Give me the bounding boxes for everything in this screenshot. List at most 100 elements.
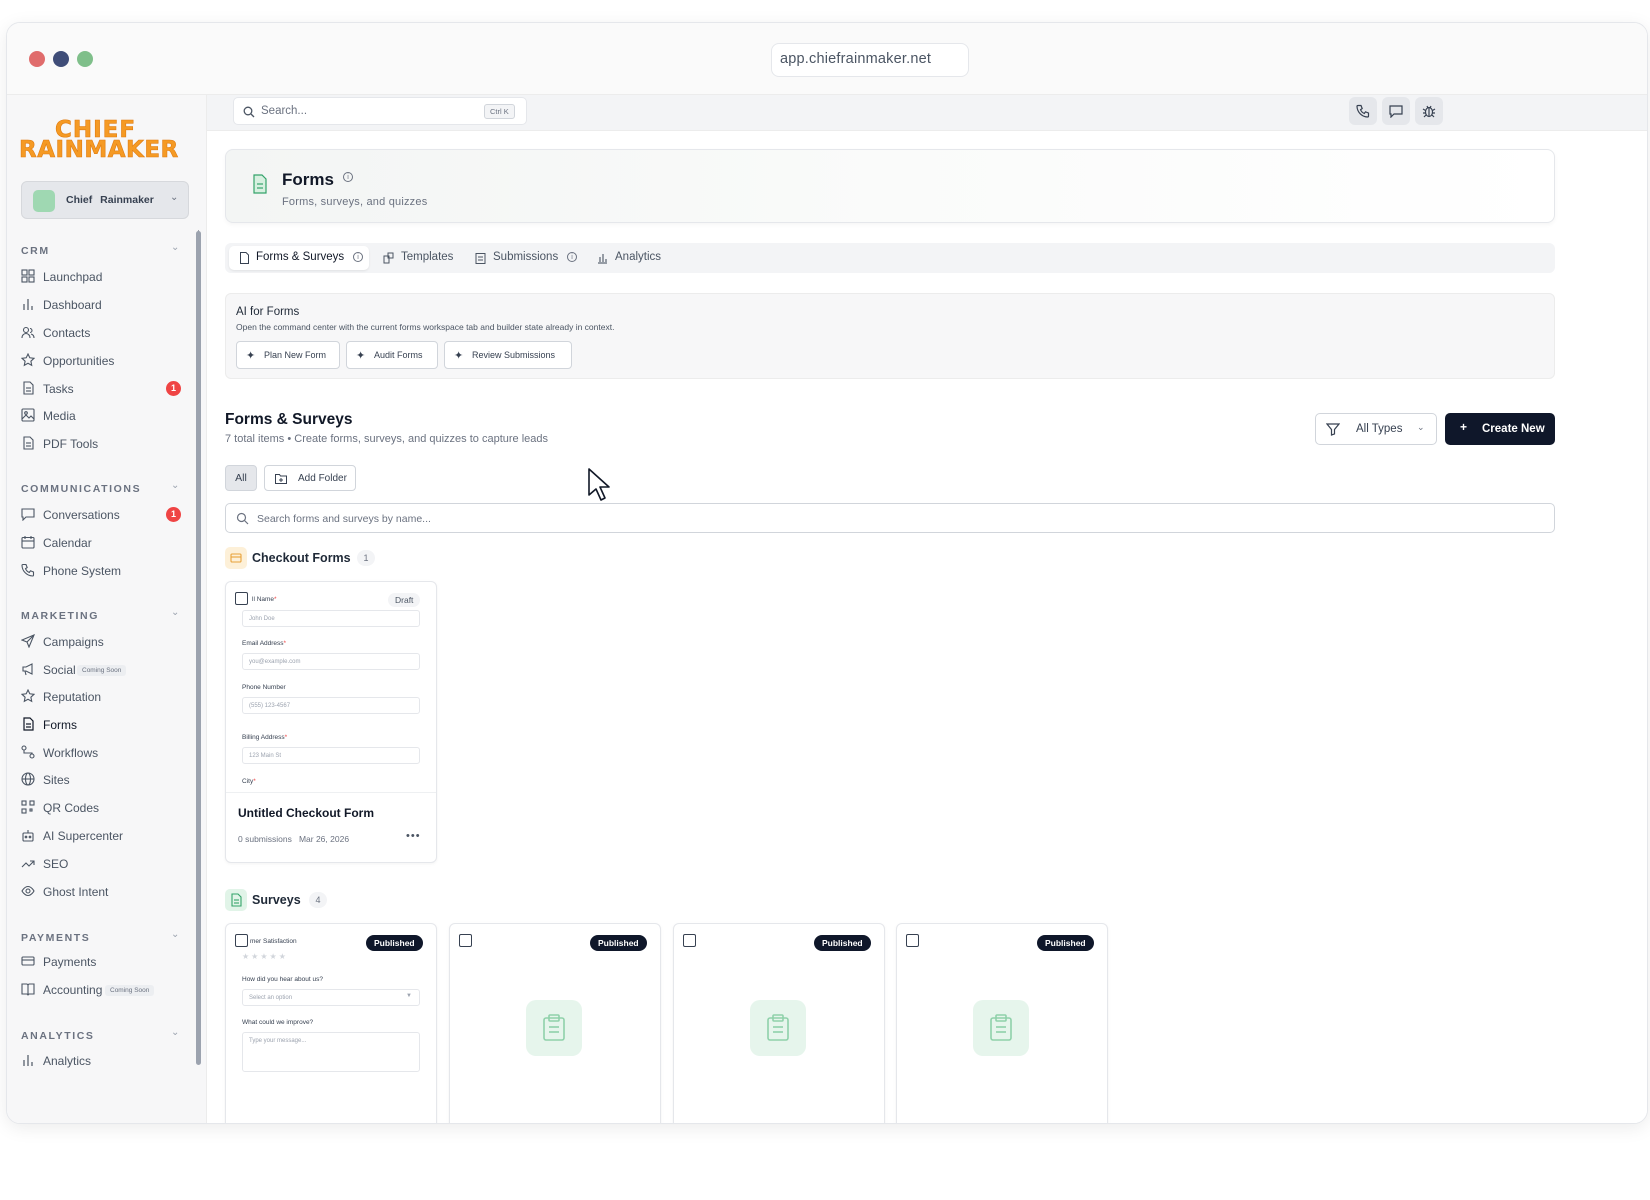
section-title-marketing: MARKETING — [21, 610, 99, 622]
bug-report-button[interactable] — [1415, 97, 1443, 125]
phone-button[interactable] — [1349, 97, 1377, 125]
address-bar[interactable]: app.chiefrainmaker.net — [771, 43, 969, 77]
type-filter-select[interactable]: All Types ⌄ — [1315, 413, 1437, 445]
conversations-badge: 1 — [166, 507, 181, 522]
chevron-down-icon: ⌄ — [1417, 422, 1425, 432]
phone-icon — [1356, 104, 1370, 118]
clipboard-icon — [526, 1000, 582, 1056]
collapse-analytics-chevron-icon[interactable]: ⌄ — [171, 1027, 179, 1038]
button-label: Review Submissions — [472, 350, 556, 360]
status-badge: Published — [366, 935, 423, 951]
sidebar-item-label: Sites — [43, 773, 70, 787]
collapse-crm-chevron-icon[interactable]: ⌄ — [171, 242, 179, 253]
collapse-communications-chevron-icon[interactable]: ⌄ — [171, 480, 179, 491]
select-checkbox[interactable] — [683, 934, 696, 947]
eye-icon — [21, 885, 35, 897]
bot-icon — [22, 830, 34, 842]
folder-plus-icon — [275, 474, 287, 484]
sidebar-item-reputation[interactable]: Reputation — [21, 687, 189, 709]
sidebar-item-label: Campaigns — [43, 635, 104, 649]
account-switcher[interactable]: Chief Rainmaker ⌄ — [21, 181, 189, 219]
plan-new-form-button[interactable]: ✦ Plan New Form — [236, 341, 340, 369]
brand-logo[interactable]: CHIEF RAINMAKER — [19, 117, 191, 164]
survey-card[interactable]: Published — [673, 923, 885, 1123]
preview-field-label: What could we improve? — [242, 1019, 314, 1026]
document-icon — [240, 252, 249, 264]
template-icon — [383, 252, 394, 264]
preview-field-label: Phone Number — [242, 684, 286, 691]
sidebar-item-ai-supercenter[interactable]: AI Supercenter — [21, 826, 189, 848]
form-card[interactable]: Draft ll Name* John Doe Email Address* y… — [225, 581, 437, 863]
sidebar-item-forms[interactable]: Forms — [21, 715, 189, 737]
sidebar-item-calendar[interactable]: Calendar — [21, 533, 189, 555]
ai-panel-description: Open the command center with the current… — [236, 322, 615, 332]
tab-submissions[interactable]: Submissions i — [465, 246, 583, 270]
sidebar-item-conversations[interactable]: Conversations 1 — [21, 505, 189, 527]
bar-chart-icon — [23, 299, 33, 310]
messages-button[interactable] — [1382, 97, 1410, 125]
sidebar-item-label: SEO — [43, 857, 69, 871]
search-icon — [243, 106, 255, 118]
filter-all-button[interactable]: All — [225, 465, 257, 491]
sidebar-item-dashboard[interactable]: Dashboard — [21, 295, 189, 317]
select-checkbox[interactable] — [235, 592, 248, 605]
sidebar-scrollbar[interactable] — [196, 231, 201, 1065]
forms-document-icon — [253, 174, 267, 194]
sidebar-item-qr-codes[interactable]: QR Codes — [21, 798, 189, 820]
add-folder-button[interactable]: Add Folder — [264, 465, 356, 491]
select-checkbox[interactable] — [459, 934, 472, 947]
minimize-window-button[interactable] — [53, 51, 69, 67]
forms-search-input[interactable]: Search forms and surveys by name... — [225, 503, 1555, 533]
sidebar-item-label: Conversations — [43, 508, 120, 522]
close-window-button[interactable] — [29, 51, 45, 67]
sidebar-item-payments[interactable]: Payments — [21, 952, 189, 974]
tab-templates[interactable]: Templates — [373, 246, 459, 270]
collapse-marketing-chevron-icon[interactable]: ⌄ — [171, 607, 179, 618]
tab-analytics[interactable]: Analytics — [587, 246, 669, 270]
sidebar-item-phone-system[interactable]: Phone System — [21, 561, 189, 583]
sidebar-item-workflows[interactable]: Workflows — [21, 743, 189, 765]
review-submissions-button[interactable]: ✦ Review Submissions — [444, 341, 572, 369]
sidebar-item-campaigns[interactable]: Campaigns — [21, 632, 189, 654]
sparkle-icon: ✦ — [356, 350, 366, 362]
sidebar-item-seo[interactable]: SEO — [21, 854, 189, 876]
survey-card[interactable]: Published — [449, 923, 661, 1123]
survey-card[interactable]: Published — [896, 923, 1108, 1123]
select-checkbox[interactable] — [235, 934, 248, 947]
survey-folder-icon — [225, 889, 247, 911]
sidebar-item-sites[interactable]: Sites — [21, 770, 189, 792]
rating-stars-icon: ★★★★★ — [242, 952, 288, 961]
tab-forms-surveys[interactable]: Forms & Surveys i — [229, 246, 369, 270]
sidebar-item-label: Social — [43, 663, 76, 677]
sidebar-item-ghost-intent[interactable]: Ghost Intent — [21, 882, 189, 904]
button-label: Create New — [1482, 423, 1545, 435]
global-search-input[interactable]: Search... Ctrl K — [233, 97, 527, 125]
sidebar-item-media[interactable]: Media — [21, 406, 189, 428]
audit-forms-button[interactable]: ✦ Audit Forms — [346, 341, 438, 369]
select-checkbox[interactable] — [906, 934, 919, 947]
collapse-payments-chevron-icon[interactable]: ⌄ — [171, 929, 179, 940]
sidebar-item-label: Phone System — [43, 564, 122, 578]
folder-count: 1 — [357, 550, 375, 566]
sidebar-item-analytics[interactable]: Analytics — [21, 1051, 189, 1073]
calendar-icon — [21, 536, 35, 549]
sidebar-item-label: Forms — [43, 718, 77, 732]
sidebar-item-accounting[interactable]: Accounting Coming Soon — [21, 980, 189, 1002]
send-icon — [21, 634, 35, 648]
star-icon — [21, 353, 35, 367]
create-new-button[interactable]: + Create New — [1445, 413, 1555, 445]
sidebar-item-label: Ghost Intent — [43, 885, 109, 899]
info-icon[interactable]: i — [343, 172, 353, 182]
sidebar-item-contacts[interactable]: Contacts — [21, 323, 189, 345]
sidebar-item-launchpad[interactable]: Launchpad — [21, 267, 189, 289]
page-subtitle: Forms, surveys, and quizzes — [282, 196, 428, 208]
sidebar-item-social[interactable]: Social Coming Soon — [21, 660, 189, 682]
coming-soon-tag: Coming Soon — [105, 985, 155, 996]
sidebar-item-tasks[interactable]: Tasks 1 — [21, 379, 189, 401]
sidebar-item-pdf-tools[interactable]: PDF Tools — [21, 434, 189, 456]
account-name: Chief Rainmaker — [66, 194, 154, 206]
sidebar-item-opportunities[interactable]: Opportunities — [21, 351, 189, 373]
maximize-window-button[interactable] — [77, 51, 93, 67]
more-options-icon[interactable]: ••• — [406, 830, 421, 842]
survey-card[interactable]: Published mer Satisfaction ★★★★★ How did… — [225, 923, 437, 1123]
